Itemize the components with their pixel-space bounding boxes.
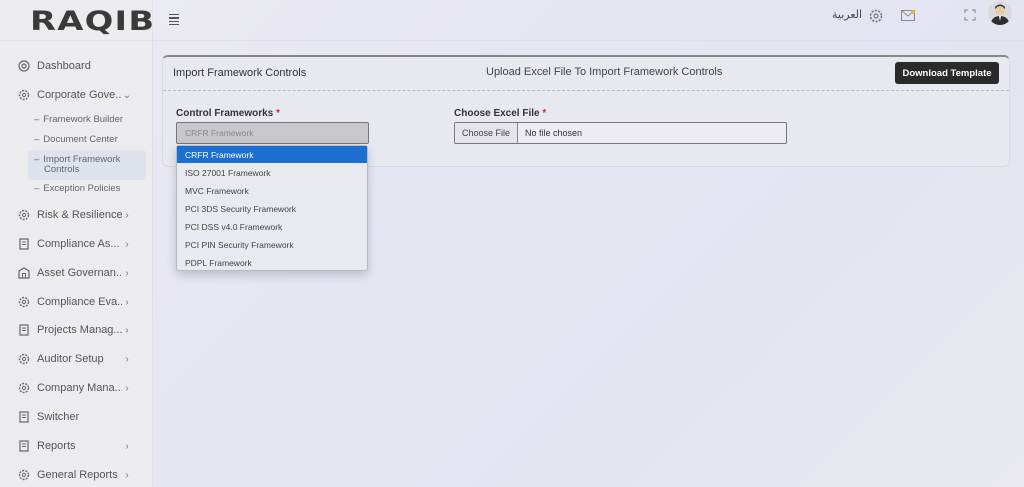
card-header: Import Framework Controls Upload Excel F…	[163, 57, 1009, 91]
sidebar-subitem-import-framework-controls[interactable]: – Import Framework Controls	[34, 155, 120, 175]
sidebar-item-compliance-evaluation[interactable]: Compliance Eva... ›	[18, 292, 146, 312]
sidebar-item-label: Dashboard	[37, 60, 91, 72]
language-switch[interactable]: العربية	[832, 8, 862, 21]
sidebar-item-risk-resilience[interactable]: Risk & Resilience ›	[18, 205, 146, 225]
topbar-divider	[153, 40, 1024, 41]
chevron-right-icon: ›	[125, 296, 129, 308]
dashboard-icon	[18, 60, 30, 72]
gear-icon	[18, 89, 30, 101]
chevron-right-icon: ›	[125, 440, 129, 452]
framework-dropdown-list: CRFR Framework ISO 27001 Framework MVC F…	[176, 145, 368, 271]
app-logo: RAQIB	[30, 6, 156, 37]
document-icon	[18, 238, 30, 250]
gear-icon	[18, 209, 30, 221]
sidebar-item-compliance-assessment[interactable]: Compliance As... ›	[18, 234, 146, 254]
choose-excel-file-label: Choose Excel File *	[454, 108, 547, 119]
chevron-right-icon: ›	[125, 382, 129, 394]
mail-icon[interactable]	[901, 10, 915, 21]
sidebar-divider	[0, 40, 153, 41]
control-frameworks-label: Control Frameworks *	[176, 108, 280, 119]
chevron-right-icon: ›	[125, 209, 129, 221]
sidebar-subitem-framework-builder[interactable]: – Framework Builder	[34, 115, 123, 125]
choose-file-button[interactable]: Choose File	[455, 123, 518, 143]
dropdown-option-mvc[interactable]: MVC Framework	[177, 182, 367, 199]
sidebar-item-auditor-setup[interactable]: Auditor Setup ›	[18, 349, 146, 369]
chevron-right-icon: ›	[125, 353, 129, 365]
sidebar-item-general-reports[interactable]: General Reports ›	[18, 465, 146, 485]
chevron-right-icon: ›	[125, 238, 129, 250]
file-status: No file chosen	[525, 128, 583, 138]
gear-icon	[18, 296, 30, 308]
dropdown-option-pci-3ds[interactable]: PCI 3DS Security Framework	[177, 200, 367, 217]
card-subtitle: Upload Excel File To Import Framework Co…	[486, 66, 723, 78]
dropdown-option-iso-27001[interactable]: ISO 27001 Framework	[177, 164, 367, 181]
chevron-down-icon: ⌄	[122, 89, 132, 101]
dropdown-option-pci-dss[interactable]: PCI DSS v4.0 Framework	[177, 218, 367, 235]
document-icon	[18, 411, 30, 423]
dropdown-option-pdpl[interactable]: PDPL Framework	[177, 254, 367, 271]
building-icon	[18, 267, 30, 279]
sidebar-item-projects-management[interactable]: Projects Manag... ›	[18, 320, 146, 340]
user-avatar[interactable]	[988, 1, 1012, 25]
settings-gear-icon[interactable]	[869, 9, 883, 23]
sidebar-item-switcher[interactable]: Switcher	[18, 407, 146, 427]
gear-icon	[18, 353, 30, 365]
sidebar-item-label: Corporate Gove...	[37, 89, 122, 101]
chevron-right-icon: ›	[125, 469, 129, 481]
sidebar-subitem-document-center[interactable]: – Document Center	[34, 135, 118, 145]
fullscreen-icon[interactable]	[964, 9, 976, 21]
sidebar: RAQIB Dashboard Corporate Gove... ⌄ – Fra…	[0, 0, 156, 487]
sidebar-item-asset-governance[interactable]: Asset Governan... ›	[18, 263, 146, 283]
chevron-right-icon: ›	[125, 267, 129, 279]
chevron-right-icon: ›	[125, 324, 129, 336]
sidebar-item-corporate-governance[interactable]: Corporate Gove... ⌄	[18, 85, 146, 105]
dropdown-option-crfr[interactable]: CRFR Framework	[177, 146, 367, 163]
gear-icon	[18, 469, 30, 481]
document-icon	[18, 324, 30, 336]
control-frameworks-select[interactable]: CRFR Framework	[176, 122, 369, 144]
menu-toggle-icon[interactable]	[169, 14, 179, 27]
dropdown-option-pci-pin[interactable]: PCI PIN Security Framework	[177, 236, 367, 253]
sidebar-item-dashboard[interactable]: Dashboard	[18, 56, 146, 76]
download-template-button[interactable]: Download Template	[895, 62, 999, 84]
excel-file-input[interactable]: Choose File No file chosen	[454, 122, 787, 144]
gear-icon	[18, 382, 30, 394]
sidebar-subitem-exception-policies[interactable]: – Exception Policies	[34, 184, 120, 194]
document-icon	[18, 440, 30, 452]
card-title: Import Framework Controls	[173, 67, 307, 79]
sidebar-item-company-management[interactable]: Company Mana... ›	[18, 378, 146, 398]
sidebar-item-reports[interactable]: Reports ›	[18, 436, 146, 456]
